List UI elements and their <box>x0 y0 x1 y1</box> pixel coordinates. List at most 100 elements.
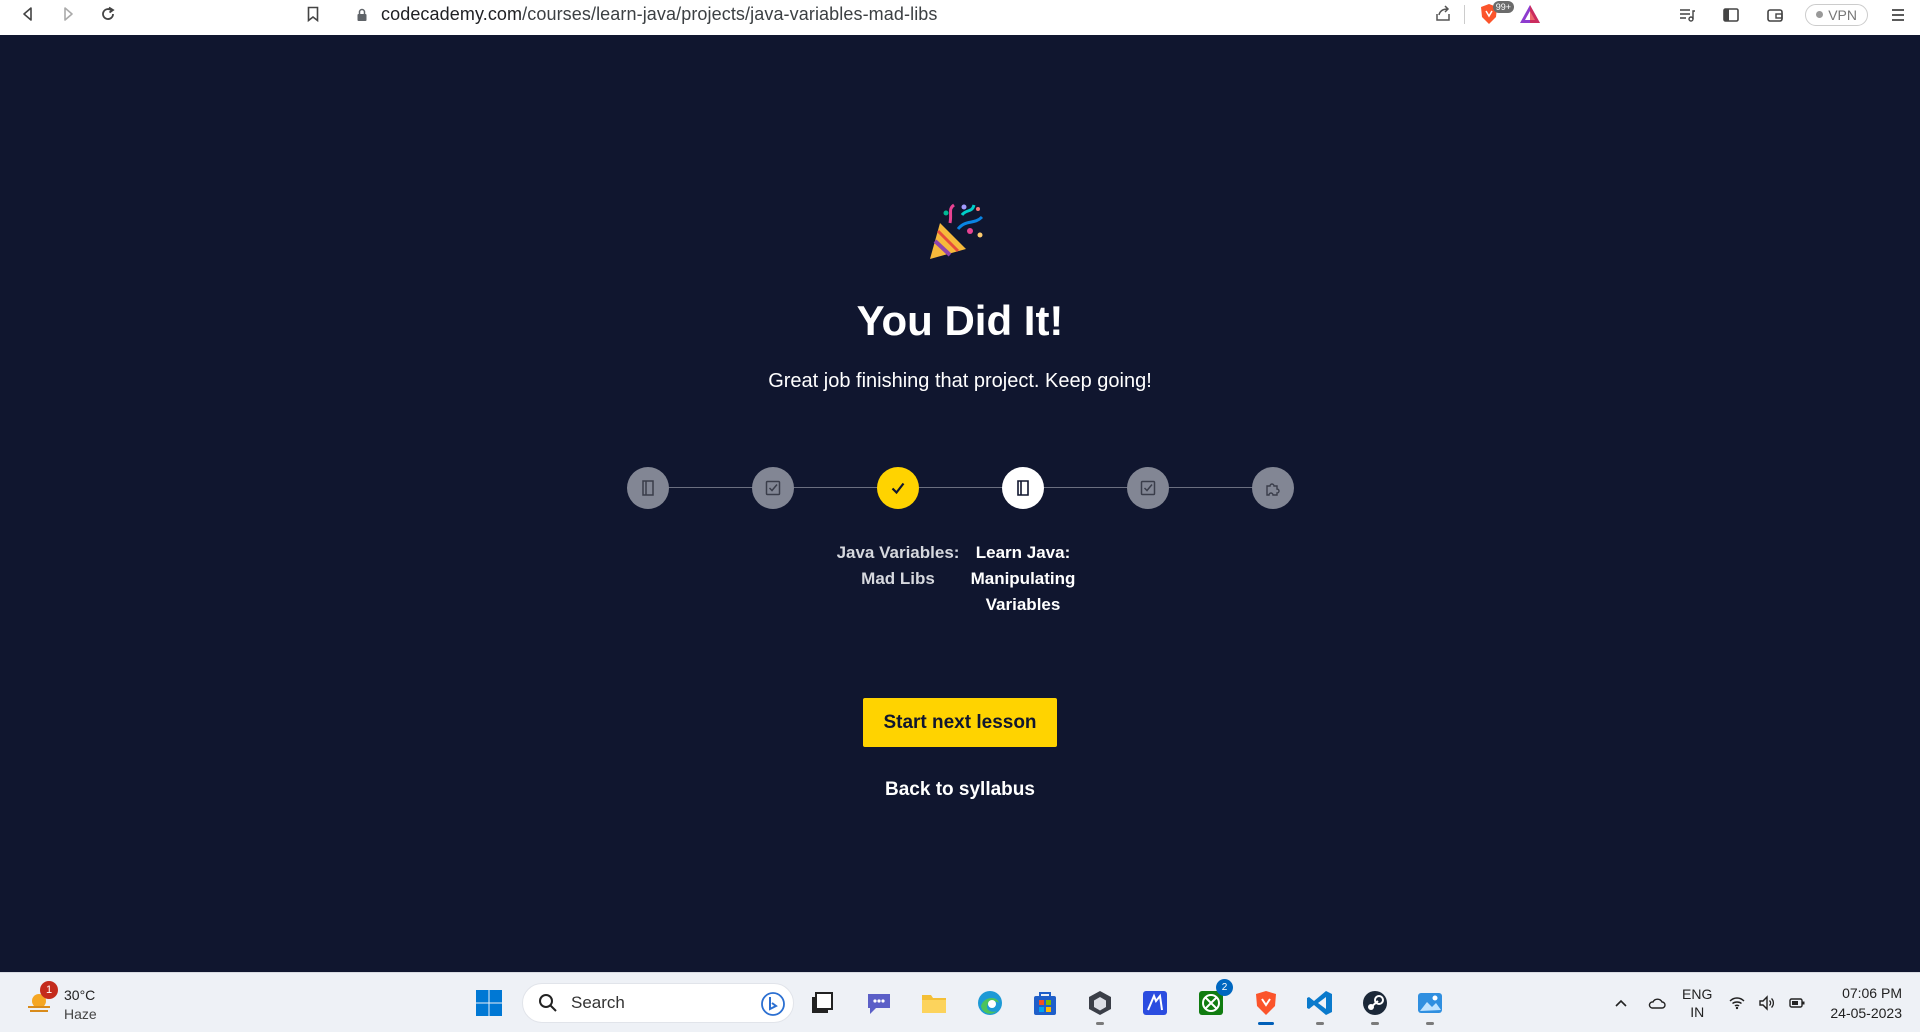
wallet-button[interactable] <box>1753 0 1797 29</box>
clock-time: 07:06 PM <box>1842 985 1902 1001</box>
current-step-label-line2: Manipulating <box>970 569 1076 588</box>
brave-lion-icon <box>1256 991 1276 1015</box>
weather-condition: Haze <box>64 1006 97 1022</box>
weather-notification-badge: 1 <box>40 981 58 999</box>
url-text: codecademy.com/courses/learn-java/projec… <box>381 4 938 24</box>
browser-toolbar: codecademy.com/courses/learn-java/projec… <box>0 0 1920 35</box>
windows-logo-icon <box>476 990 502 1016</box>
wifi-button[interactable] <box>1722 983 1752 1023</box>
bookmark-button[interactable] <box>293 0 333 31</box>
taskbar-search[interactable]: Search <box>522 983 794 1023</box>
xbox-notification-badge: 2 <box>1216 979 1233 996</box>
clock-date: 24-05-2023 <box>1830 1005 1902 1021</box>
speaker-icon <box>1759 995 1775 1011</box>
steam-icon <box>1363 991 1387 1015</box>
input-language-indicator[interactable]: ENG IN <box>1682 985 1712 1021</box>
onedrive-button[interactable] <box>1642 983 1672 1023</box>
wallet-icon <box>1767 8 1784 22</box>
search-placeholder: Search <box>571 993 625 1012</box>
progress-track <box>648 487 1272 488</box>
party-popper-icon <box>930 203 984 259</box>
language-code: ENG <box>1682 986 1713 1002</box>
quiz-icon <box>765 480 781 496</box>
weather-widget[interactable]: 1 30°C Haze <box>22 979 142 1025</box>
folder-icon <box>922 995 946 1013</box>
bookmark-icon <box>307 6 319 22</box>
running-indicator <box>1316 1022 1324 1025</box>
running-indicator <box>1096 1022 1104 1025</box>
file-explorer-button[interactable] <box>914 983 954 1023</box>
brave-rewards-icon[interactable] <box>1519 3 1541 25</box>
back-button[interactable] <box>8 0 48 31</box>
app-launcher-button[interactable] <box>1135 983 1175 1023</box>
store-icon <box>1034 992 1056 1015</box>
bing-icon[interactable] <box>761 992 785 1016</box>
taskbar-clock[interactable]: 07:06 PM 24-05-2023 <box>1830 983 1902 1023</box>
book-icon <box>642 480 654 496</box>
battery-icon <box>1789 998 1805 1008</box>
reload-icon <box>102 6 115 20</box>
unity-hub-button[interactable] <box>1080 983 1120 1025</box>
running-indicator <box>1371 1022 1379 1025</box>
step-5-quiz[interactable] <box>1127 467 1169 509</box>
edge-button[interactable] <box>970 983 1010 1023</box>
book-icon <box>1017 480 1029 496</box>
step-1-book[interactable] <box>627 467 669 509</box>
puzzle-icon <box>1266 483 1280 496</box>
shield-count-badge: 99+ <box>1492 1 1514 13</box>
region-code: IN <box>1690 1004 1705 1020</box>
current-step-label-line3: Variables <box>985 595 1061 614</box>
vscode-button[interactable] <box>1300 983 1340 1025</box>
back-to-syllabus-link[interactable]: Back to syllabus <box>0 779 1920 801</box>
forward-arrow-icon <box>64 6 73 21</box>
battery-button[interactable] <box>1782 983 1812 1023</box>
vpn-status-dot <box>1816 11 1824 18</box>
lock-icon <box>357 8 367 21</box>
windows-taskbar: 1 30°C Haze Search 2 ENG IN 07:06 PM 24-… <box>0 972 1920 1032</box>
vpn-label: VPN <box>1828 6 1857 23</box>
hamburger-menu-icon <box>1892 8 1904 21</box>
wifi-icon <box>1729 997 1745 1010</box>
photos-icon <box>1418 993 1442 1013</box>
sidebar-button[interactable] <box>1709 0 1753 29</box>
weather-temperature: 30°C <box>64 987 96 1003</box>
microsoft-store-button[interactable] <box>1025 983 1065 1023</box>
step-6-project[interactable] <box>1252 467 1294 509</box>
edge-icon <box>978 991 1002 1015</box>
start-button[interactable] <box>469 983 509 1023</box>
step-4-current[interactable] <box>1002 467 1044 509</box>
teams-chat-button[interactable] <box>859 983 899 1023</box>
back-arrow-icon <box>23 6 32 21</box>
vscode-icon <box>1307 991 1332 1015</box>
brave-browser-button[interactable] <box>1246 983 1286 1025</box>
active-window-indicator <box>1258 1022 1274 1025</box>
photos-button[interactable] <box>1410 983 1450 1025</box>
reload-button[interactable] <box>88 0 128 31</box>
steam-button[interactable] <box>1355 983 1395 1025</box>
current-step-label: Learn Java: Manipulating Variables <box>948 540 1098 618</box>
address-separator <box>1464 5 1465 24</box>
menu-button[interactable] <box>1876 0 1920 29</box>
quiz-icon <box>1140 480 1156 496</box>
page-subtitle: Great job finishing that project. Keep g… <box>768 370 1152 392</box>
step-2-quiz[interactable] <box>752 467 794 509</box>
share-icon[interactable] <box>1433 4 1453 24</box>
step-3-completed[interactable] <box>877 467 919 509</box>
check-icon <box>891 482 905 495</box>
vpn-button[interactable]: VPN <box>1805 3 1868 26</box>
playlist-button[interactable] <box>1665 0 1709 29</box>
address-bar[interactable]: codecademy.com/courses/learn-java/projec… <box>343 0 1553 29</box>
xbox-button[interactable]: 2 <box>1191 979 1233 1023</box>
system-tray: ENG IN 07:06 PM 24-05-2023 <box>1606 973 1920 1032</box>
search-icon <box>539 994 557 1012</box>
completion-page: You Did It! Great job finishing that pro… <box>0 35 1920 972</box>
start-next-lesson-button[interactable]: Start next lesson <box>863 698 1057 747</box>
task-view-button[interactable] <box>802 983 842 1023</box>
volume-button[interactable] <box>1752 983 1782 1023</box>
toolbar-right: VPN <box>1665 0 1920 29</box>
cloud-icon <box>1648 998 1666 1009</box>
page-title: You Did It! <box>856 297 1064 344</box>
blue-app-icon <box>1143 991 1167 1015</box>
show-hidden-icons-button[interactable] <box>1606 983 1636 1023</box>
forward-button[interactable] <box>48 0 88 31</box>
